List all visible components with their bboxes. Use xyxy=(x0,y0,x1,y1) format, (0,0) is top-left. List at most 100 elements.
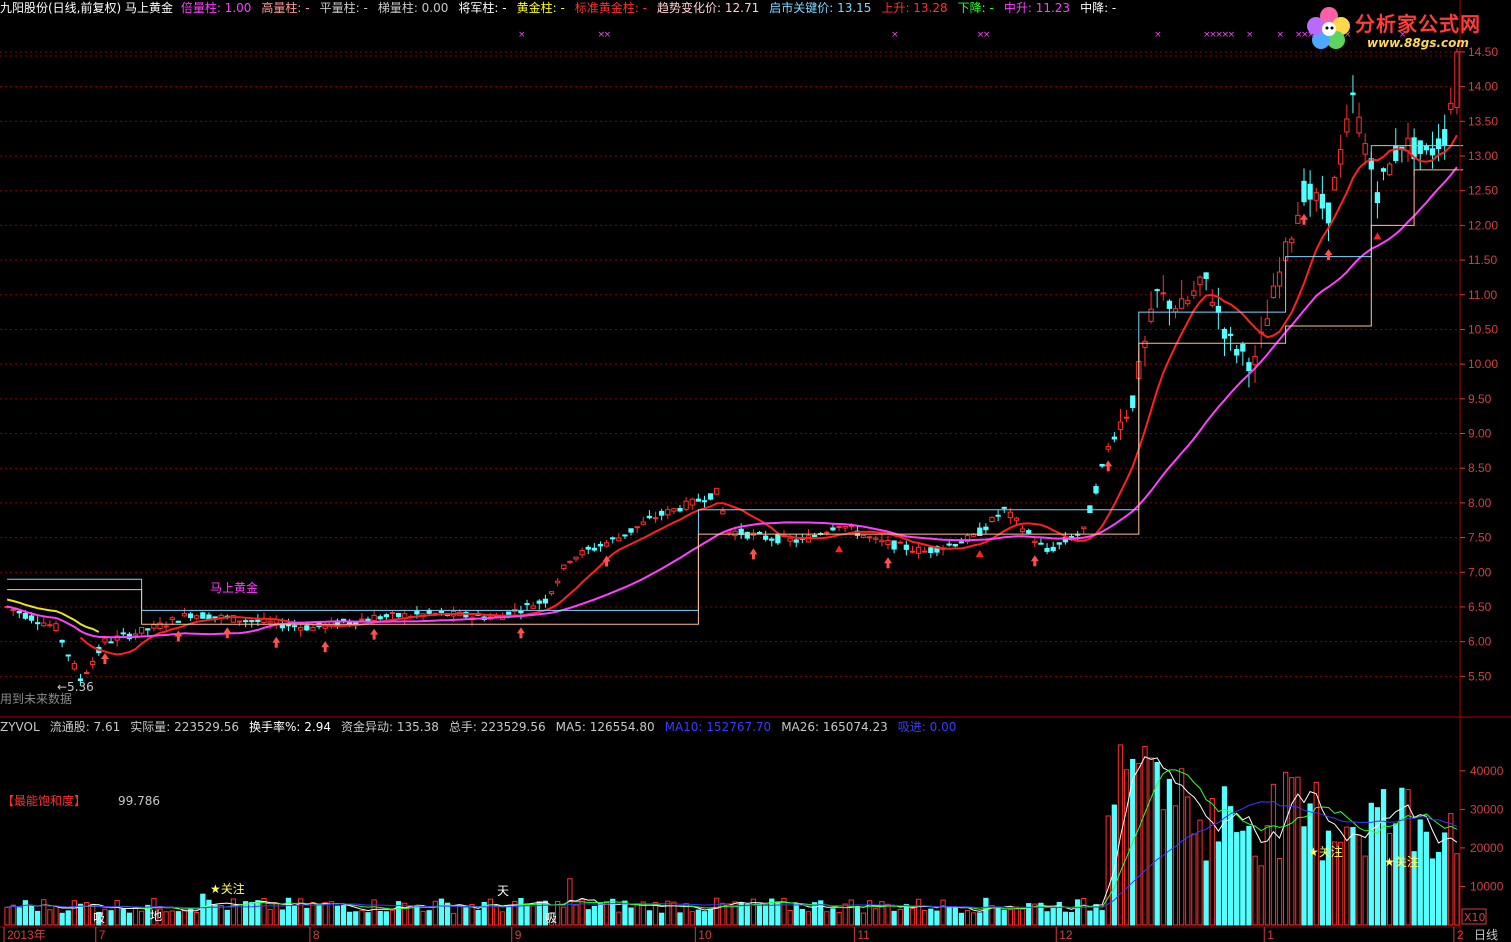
y-tick-label-1: 6.00 xyxy=(1468,635,1492,649)
candle-body xyxy=(181,612,188,617)
candle-body xyxy=(732,530,738,537)
volume-bar xyxy=(1442,832,1448,926)
volume-bar xyxy=(432,900,438,926)
candle-body xyxy=(1417,140,1423,154)
candle-body xyxy=(720,510,726,515)
volume-bar xyxy=(1050,907,1056,926)
volume-bar xyxy=(573,904,579,926)
volume-bar xyxy=(1258,865,1264,926)
up-arrow-icon xyxy=(100,653,109,665)
candle-body xyxy=(995,514,1001,517)
top-marker: × xyxy=(983,30,991,40)
candle-body xyxy=(47,624,53,627)
suck-label-1: 吸 xyxy=(93,911,105,925)
candle-body xyxy=(659,510,665,516)
stock-chart[interactable]: 5.50 6.00 6.50 7.00 7.50 8.00 8.50 9.00 9.50 10.0… xyxy=(0,0,1511,942)
volume-item-4: 资金异动: 135.38 xyxy=(341,720,439,734)
candle-body xyxy=(298,626,304,631)
candle-body xyxy=(1001,506,1007,509)
candle-body xyxy=(640,521,646,525)
candle-body xyxy=(108,641,114,644)
x-tick-label-2: 8 xyxy=(313,928,320,942)
volume-bar xyxy=(316,904,322,926)
candle-body xyxy=(610,537,616,540)
y-tick-label-13: 12.00 xyxy=(1468,218,1498,232)
volume-bar xyxy=(909,908,916,926)
volume-bar xyxy=(1209,797,1215,926)
volume-bar xyxy=(763,904,769,926)
candle-body xyxy=(1117,421,1124,430)
volume-bar xyxy=(971,912,977,926)
volume-bar xyxy=(952,906,958,926)
candle-body xyxy=(377,616,383,620)
header-item-9: 上升: 13.28 xyxy=(881,1,948,15)
candle-body xyxy=(1172,308,1179,313)
candle-body xyxy=(1019,528,1026,533)
candle-body xyxy=(1123,416,1130,419)
watch-label-2: ★关注 xyxy=(1308,844,1343,859)
up-arrow-icon xyxy=(1104,460,1113,472)
candle-body xyxy=(695,498,701,502)
volume-bar xyxy=(885,903,891,926)
volume-bar xyxy=(236,903,243,926)
up-triangle-icon xyxy=(835,545,844,553)
candle-body xyxy=(1331,177,1338,191)
y-tick-label-7: 9.00 xyxy=(1468,427,1492,441)
candle-body xyxy=(530,605,536,609)
header-item-1: 高量柱: - xyxy=(261,1,310,15)
volume-bar xyxy=(1221,786,1228,926)
candle-body xyxy=(90,660,96,665)
volume-bar xyxy=(1319,860,1325,926)
volume-bar xyxy=(805,911,812,926)
candle-body xyxy=(958,541,965,544)
volume-bar xyxy=(1136,762,1142,926)
volume-bar xyxy=(291,905,298,926)
up-arrow-icon xyxy=(370,628,379,640)
candle-body xyxy=(567,560,573,563)
candle-body xyxy=(561,564,567,570)
candle-body xyxy=(671,508,677,512)
volume-bar xyxy=(1423,831,1429,926)
candle-body xyxy=(946,543,952,546)
volume-bar xyxy=(340,905,347,926)
candle-body xyxy=(1215,305,1221,313)
volume-bar xyxy=(714,897,720,926)
candle-body xyxy=(922,550,928,553)
volume-bar xyxy=(132,907,139,926)
volume-bar xyxy=(53,905,59,926)
volume-bar xyxy=(977,912,983,926)
header-item-6: 标准黄金柱: - xyxy=(574,1,647,15)
volume-bar xyxy=(597,903,604,926)
candle-body xyxy=(1448,102,1454,110)
candle-body xyxy=(22,612,29,619)
candle-body xyxy=(1356,116,1362,134)
candle-body xyxy=(897,541,903,544)
volume-item-1: 流通股: 7.61 xyxy=(49,720,121,734)
candle-body xyxy=(1203,272,1209,279)
candle-body xyxy=(628,528,634,533)
volume-bar xyxy=(1185,796,1191,926)
candle-body xyxy=(585,546,591,550)
volume-bar xyxy=(1368,802,1374,926)
volume-bar xyxy=(903,904,909,926)
up-arrow-icon xyxy=(884,557,892,569)
candle-body xyxy=(1289,238,1295,244)
volume-bar xyxy=(10,904,16,926)
vol-tick-label-0: 10000 xyxy=(1470,879,1504,893)
candle-body xyxy=(59,639,65,643)
volume-values: ZYVOL 流通股: 7.61 实际量: 223529.56 换手率%: 2.94 资金… xyxy=(0,720,966,734)
up-arrow-icon xyxy=(1300,213,1308,225)
candle-body xyxy=(909,550,916,553)
candle-body xyxy=(811,535,818,538)
candle-body xyxy=(35,622,41,625)
candle-body xyxy=(438,611,445,614)
volume-bar xyxy=(1362,855,1368,926)
volume-bar xyxy=(71,900,77,926)
candle-body xyxy=(1007,511,1013,519)
candle-body xyxy=(707,493,714,500)
volume-bar xyxy=(4,906,10,926)
volume-bar xyxy=(475,909,481,926)
candle-body xyxy=(1221,328,1228,339)
volume-bar xyxy=(1026,903,1032,926)
volume-bar xyxy=(958,912,965,926)
